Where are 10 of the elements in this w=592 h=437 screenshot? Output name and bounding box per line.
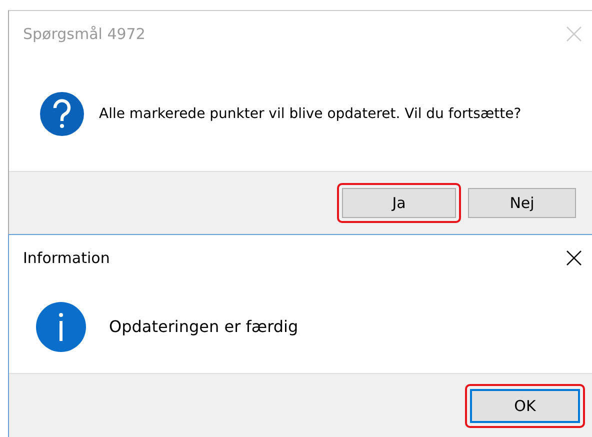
message-text: Opdateringen er færdig [109,317,298,336]
close-icon[interactable] [566,250,582,266]
dialog-button[interactable]: Ja [342,188,456,218]
dialog-button[interactable]: OK [470,388,580,422]
window-title: Spørgsmål 4972 [23,24,146,42]
message-text: Alle markerede punkter vil blive opdateret. Vil du fortsætte? [99,106,522,122]
question-icon [39,90,85,136]
info-icon [35,300,87,352]
window-title: Information [23,248,110,266]
dialog-button[interactable]: Nej [468,188,576,218]
